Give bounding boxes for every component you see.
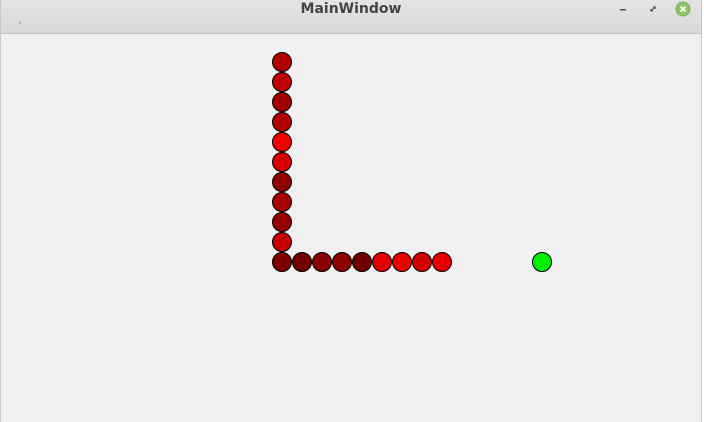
snake-segment bbox=[392, 252, 412, 272]
board-canvas bbox=[272, 52, 552, 272]
restore-button[interactable] bbox=[645, 1, 661, 17]
title-bar[interactable]: MainWindow bbox=[1, 0, 701, 34]
close-button[interactable] bbox=[675, 1, 691, 17]
snake-segment bbox=[272, 92, 292, 112]
snake-head-segment bbox=[432, 252, 452, 272]
snake-tail-segment bbox=[272, 52, 292, 72]
snake-segment bbox=[272, 112, 292, 132]
snake-segment bbox=[412, 252, 432, 272]
snake-segment bbox=[312, 252, 332, 272]
main-window: MainWindow bbox=[0, 0, 702, 422]
menubar-grip bbox=[19, 22, 21, 24]
game-board[interactable] bbox=[1, 34, 701, 422]
snake-segment bbox=[272, 232, 292, 252]
window-title: MainWindow bbox=[300, 1, 402, 17]
close-icon bbox=[675, 1, 691, 17]
food-pellet bbox=[532, 252, 552, 272]
snake-segment bbox=[272, 152, 292, 172]
snake-segment bbox=[372, 252, 392, 272]
minimize-icon bbox=[620, 9, 626, 11]
snake-segment bbox=[332, 252, 352, 272]
snake-segment bbox=[272, 72, 292, 92]
snake-segment bbox=[272, 192, 292, 212]
snake-segment bbox=[352, 252, 372, 272]
window-controls bbox=[615, 1, 691, 17]
restore-icon bbox=[650, 6, 656, 12]
snake-segment bbox=[272, 172, 292, 192]
minimize-button[interactable] bbox=[615, 1, 631, 17]
snake-segment bbox=[272, 132, 292, 152]
snake-segment bbox=[272, 252, 292, 272]
snake-segment bbox=[272, 212, 292, 232]
snake-segment bbox=[292, 252, 312, 272]
